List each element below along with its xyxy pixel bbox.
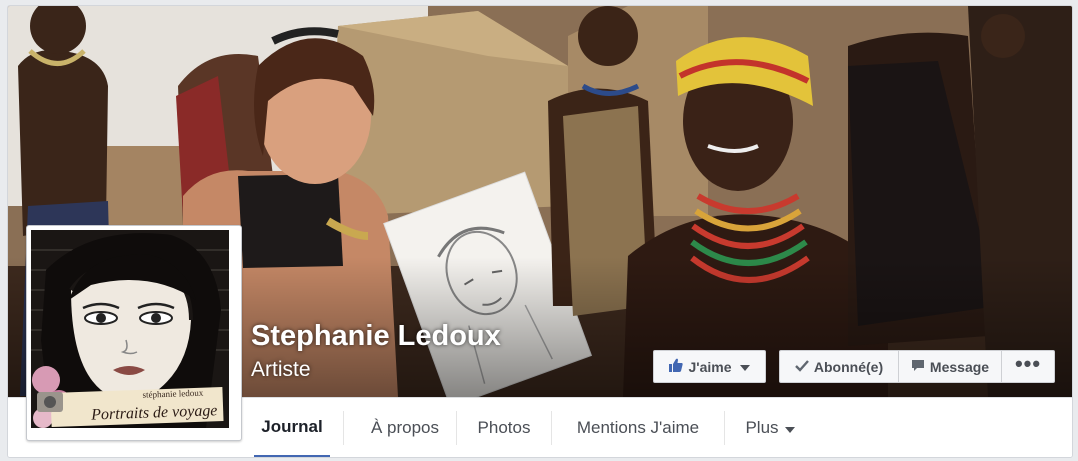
page-name[interactable]: Stephanie Ledoux xyxy=(251,320,501,353)
message-label: Message xyxy=(929,358,990,375)
thumbs-up-icon xyxy=(669,358,684,375)
ellipsis-icon: ••• xyxy=(1014,350,1042,376)
tab-label: Mentions J'aime xyxy=(576,418,700,437)
speech-bubble-icon xyxy=(911,359,925,375)
page-header: Stephanie Ledoux Artiste J'aime Abonné(e… xyxy=(7,5,1073,458)
subscribed-button[interactable]: Abonné(e) xyxy=(779,350,899,383)
tab-label: À propos xyxy=(370,418,440,437)
tab-about[interactable]: À propos xyxy=(354,398,456,457)
message-button[interactable]: Message xyxy=(898,350,1002,383)
profile-artwork: stéphanie ledoux Portraits de voyage xyxy=(31,230,229,428)
like-button[interactable]: J'aime xyxy=(653,350,766,383)
tab-label: Journal xyxy=(261,416,323,436)
checkmark-icon xyxy=(795,359,809,375)
tab-divider xyxy=(343,411,344,445)
tab-more[interactable]: Plus xyxy=(725,398,815,457)
svg-text:stéphanie ledoux: stéphanie ledoux xyxy=(142,388,204,400)
tab-photos[interactable]: Photos xyxy=(457,398,551,457)
tab-label: Plus xyxy=(745,418,779,437)
tab-label: Photos xyxy=(477,418,531,437)
tab-journal[interactable]: Journal xyxy=(254,398,330,457)
page-category[interactable]: Artiste xyxy=(251,358,311,382)
profile-picture[interactable]: stéphanie ledoux Portraits de voyage xyxy=(26,225,242,441)
chevron-down-icon xyxy=(784,426,795,433)
tab-likes[interactable]: Mentions J'aime xyxy=(552,398,724,457)
like-label: J'aime xyxy=(688,358,732,375)
subscribed-label: Abonné(e) xyxy=(813,358,884,375)
more-options-button[interactable]: ••• xyxy=(1001,350,1055,383)
chevron-down-icon xyxy=(739,364,750,371)
